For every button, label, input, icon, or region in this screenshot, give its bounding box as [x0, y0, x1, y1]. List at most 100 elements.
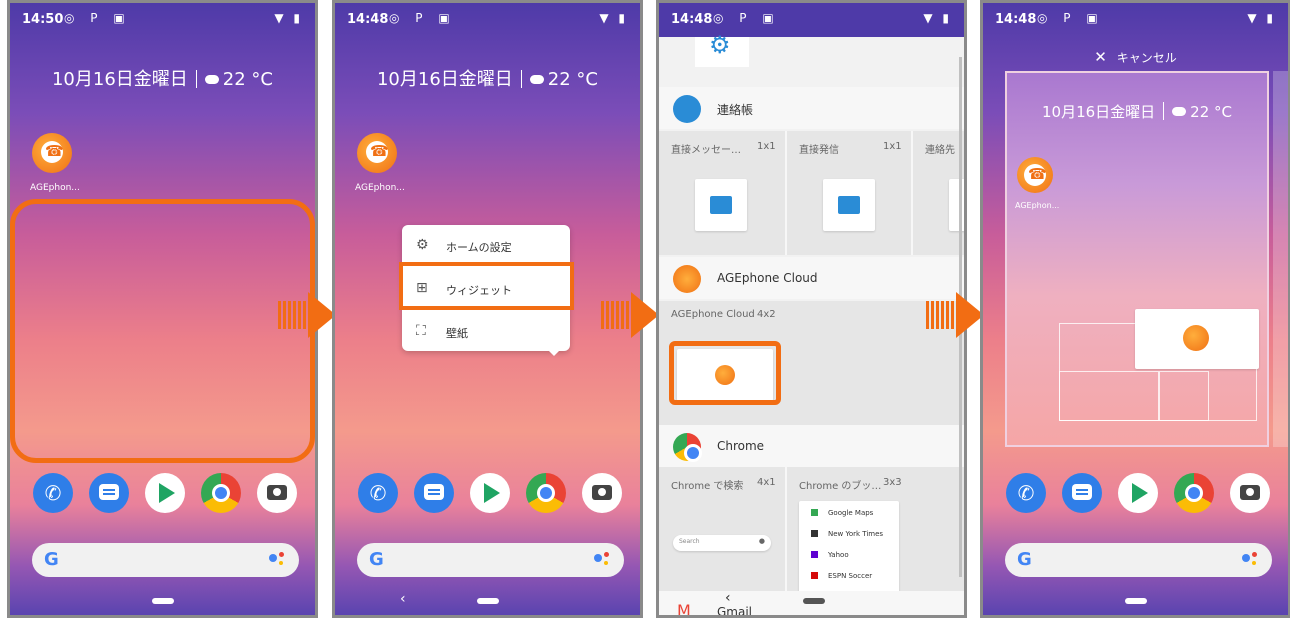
- back-icon[interactable]: ‹: [400, 591, 406, 607]
- google-search-bar[interactable]: G: [32, 543, 299, 577]
- arrow-right-icon: [601, 292, 661, 338]
- widget-size: 1x1: [757, 141, 776, 152]
- back-icon[interactable]: ‹: [725, 590, 731, 606]
- phone-screen-4: 14:48 ◎ P ▣ ▼ ▮ ✕ キャンセル 10月16日金曜日 22 °C AG…: [980, 0, 1290, 618]
- menu-item-wallpaper[interactable]: ⛶ 壁紙: [402, 311, 570, 351]
- camera-app-icon[interactable]: [257, 473, 297, 513]
- assistant-icon[interactable]: [269, 552, 285, 568]
- direct-message-widget[interactable]: [695, 179, 747, 231]
- bookmark-item[interactable]: Yahoo: [811, 551, 883, 572]
- gmail-section-header: M Gmail: [659, 591, 964, 618]
- agephone-app-icon[interactable]: [1017, 157, 1053, 193]
- phone-app-icon[interactable]: ✆: [33, 473, 73, 513]
- widget-picker[interactable]: ⚙ 連絡帳 直接メッセー… 1x1 直接発信 1x1 連絡先 AGEphone …: [659, 31, 964, 618]
- chrome-app-icon[interactable]: [1174, 473, 1214, 513]
- agephone-app-icon[interactable]: [357, 133, 397, 173]
- cloud-icon: [1172, 107, 1187, 116]
- messages-app-icon[interactable]: [1062, 473, 1102, 513]
- menu-item-label: ホームの設定: [446, 241, 512, 254]
- phone-app-icon[interactable]: ✆: [358, 473, 398, 513]
- date-weather-widget: 10月16日金曜日 22 °C: [1007, 101, 1267, 122]
- google-g-icon: G: [1017, 549, 1032, 570]
- agephone-app-icon[interactable]: [32, 133, 72, 173]
- menu-item-home-settings[interactable]: ⚙ ホームの設定: [402, 225, 570, 265]
- wallpaper-icon: ⛶: [416, 323, 426, 339]
- cancel-button[interactable]: ✕ キャンセル: [983, 48, 1288, 66]
- divider: [1163, 102, 1165, 120]
- agephone-icon: [673, 265, 701, 293]
- bookmark-list: Google Maps New York Times Yahoo ESPN So…: [811, 509, 883, 593]
- play-store-icon[interactable]: [145, 473, 185, 513]
- date-weather-widget[interactable]: 10月16日金曜日 22 °C: [335, 65, 640, 91]
- cloud-icon: [204, 75, 219, 84]
- bookmark-item[interactable]: ESPN Soccer: [811, 572, 883, 593]
- section-title: Chrome: [717, 439, 765, 453]
- home-pill[interactable]: [1124, 598, 1147, 604]
- messages-app-icon[interactable]: [414, 473, 454, 513]
- chrome-app-icon[interactable]: [526, 473, 566, 513]
- camera-app-icon[interactable]: [582, 473, 622, 513]
- google-search-bar[interactable]: G: [357, 543, 624, 577]
- home-pill[interactable]: [803, 598, 825, 604]
- search-placeholder: Search: [679, 538, 700, 545]
- drop-grid: [1159, 371, 1209, 421]
- phone-app-icon[interactable]: ✆: [1006, 473, 1046, 513]
- wifi-battery-icon: ▼ ▮: [274, 11, 303, 25]
- chrome-app-icon[interactable]: [201, 473, 241, 513]
- section-title: Gmail: [717, 605, 753, 618]
- date-text: 10月16日金曜日: [51, 69, 188, 90]
- assistant-icon[interactable]: [594, 552, 610, 568]
- status-bar: 14:50 ◎ P ▣ ▼ ▮: [10, 3, 315, 35]
- agephone-icon: [1183, 325, 1209, 351]
- highlight-agephone-widget: [669, 341, 781, 405]
- contact-card-icon: [838, 196, 860, 214]
- widget-name: AGEphone Cloud: [671, 309, 755, 320]
- menu-item-label: 壁紙: [446, 327, 468, 340]
- date-text: 10月16日金曜日: [1041, 103, 1156, 121]
- date-weather-widget[interactable]: 10月16日金曜日 22 °C: [10, 65, 315, 91]
- gear-icon: ⚙: [709, 31, 731, 59]
- contacts-icon: [673, 95, 701, 123]
- contacts-section-header: 連絡帳: [659, 87, 964, 129]
- app-label: AGEphon...: [30, 183, 80, 193]
- divider: [195, 70, 197, 88]
- direct-dial-widget[interactable]: [823, 179, 875, 231]
- app-label: AGEphon...: [1015, 201, 1060, 210]
- dock: ✆: [10, 473, 315, 517]
- status-bar: 14:48 ◎ P ▣ ▼ ▮: [659, 3, 964, 35]
- messages-app-icon[interactable]: [89, 473, 129, 513]
- home-pill[interactable]: [151, 598, 174, 604]
- widget-name: 連絡先: [925, 145, 955, 156]
- temperature: 22 °C: [222, 69, 273, 90]
- dragged-agephone-widget[interactable]: [1135, 309, 1259, 369]
- widget-name: Chrome で検索: [671, 481, 744, 492]
- home-screen-preview[interactable]: 10月16日金曜日 22 °C AGEphon...: [1005, 71, 1269, 447]
- play-store-icon[interactable]: [470, 473, 510, 513]
- settings-widget-preview[interactable]: ⚙: [695, 31, 749, 67]
- wifi-battery-icon: ▼ ▮: [1247, 11, 1276, 25]
- dock: ✆: [335, 473, 640, 517]
- bookmark-item[interactable]: New York Times: [811, 530, 883, 551]
- section-title: AGEphone Cloud: [717, 271, 818, 285]
- chrome-search-widget[interactable]: Search ●: [673, 535, 771, 551]
- divider: [520, 70, 522, 88]
- play-store-icon[interactable]: [1118, 473, 1158, 513]
- wifi-battery-icon: ▼ ▮: [599, 11, 628, 25]
- status-bar: 14:48 ◎ P ▣ ▼ ▮: [335, 3, 640, 35]
- assistant-icon[interactable]: [1242, 552, 1258, 568]
- home-pill[interactable]: [476, 598, 499, 604]
- mic-icon: ●: [758, 537, 765, 545]
- widget-size: 4x1: [757, 477, 776, 488]
- widget-size: 3x3: [883, 477, 902, 488]
- google-search-bar[interactable]: G: [1005, 543, 1272, 577]
- camera-app-icon[interactable]: [1230, 473, 1270, 513]
- temperature: 22 °C: [1190, 103, 1233, 121]
- widget-size: 4x2: [757, 309, 776, 320]
- gear-icon: ⚙: [416, 237, 429, 253]
- contact-card-icon: [710, 196, 732, 214]
- next-page-edge[interactable]: [1273, 71, 1288, 447]
- contacts-widget[interactable]: [949, 179, 964, 231]
- cancel-label: キャンセル: [1116, 51, 1177, 65]
- bookmark-item[interactable]: Google Maps: [811, 509, 883, 530]
- notification-icons: ◎ P ▣: [1037, 11, 1104, 25]
